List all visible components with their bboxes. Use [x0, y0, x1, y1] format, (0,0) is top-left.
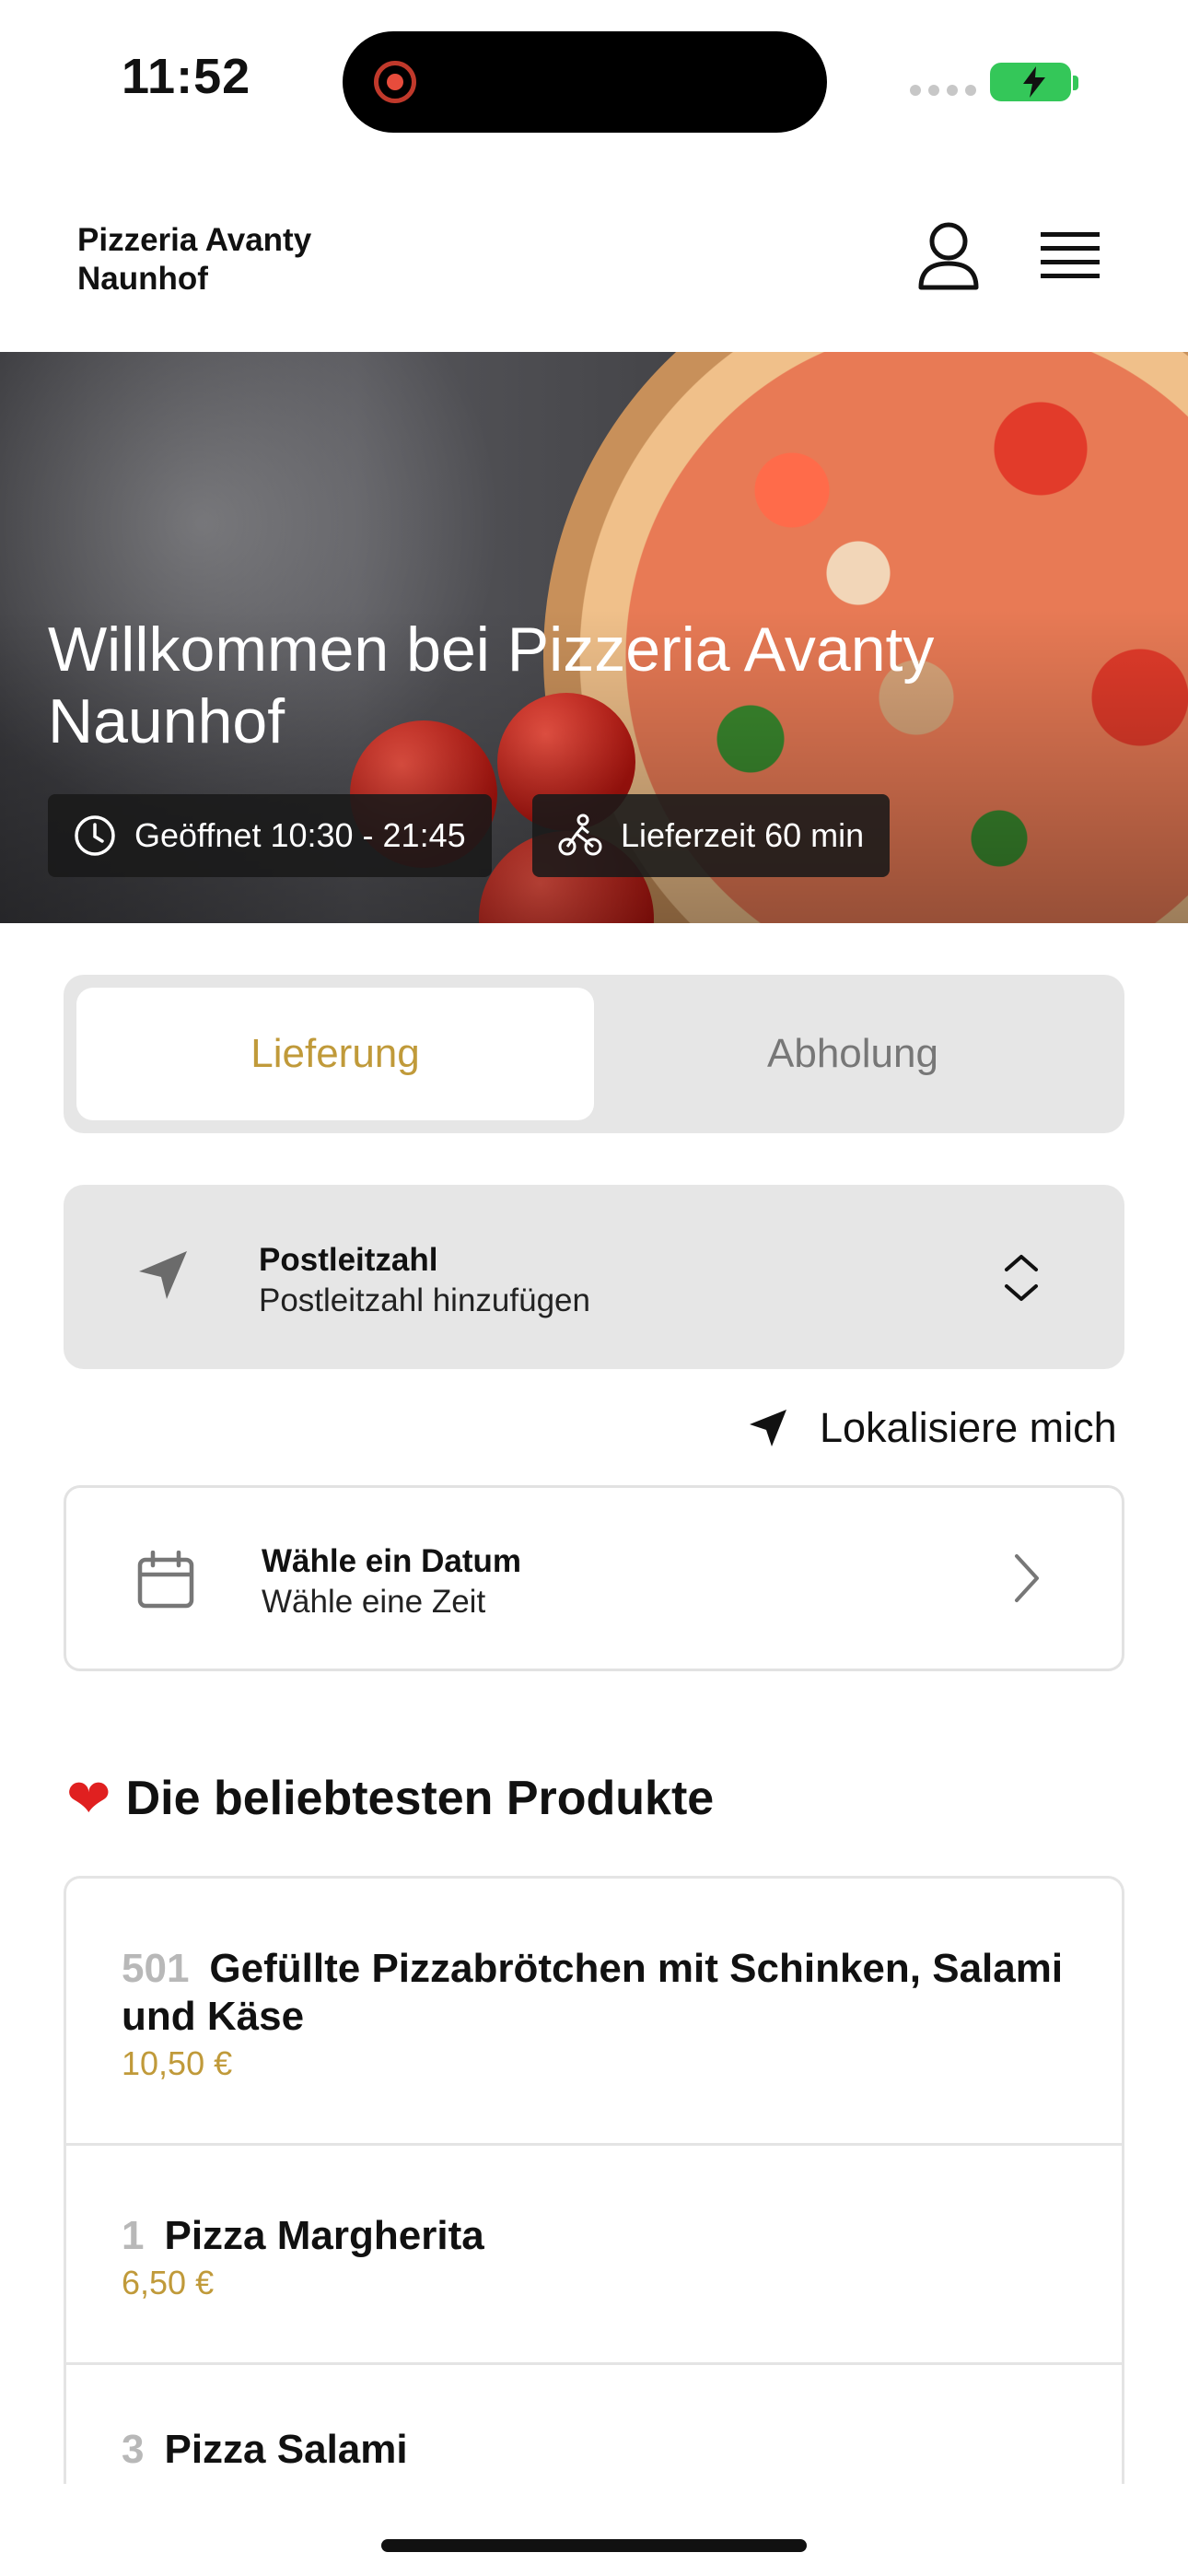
restaurant-name[interactable]: Pizzeria Avanty Naunhof	[77, 221, 446, 299]
page: 11:52 Pizzeria Avanty Naunhof Willkommen…	[0, 0, 1188, 2576]
app-header: Pizzeria Avanty Naunhof	[0, 157, 1188, 352]
product-list: 501 Gefüllte Pizzabrötchen mit Schinken, …	[64, 1876, 1124, 2484]
tab-pickup[interactable]: Abholung	[594, 988, 1112, 1120]
locate-me-label: Lokalisiere mich	[820, 1404, 1117, 1451]
brand-line-1: Pizzeria Avanty	[77, 222, 312, 258]
dynamic-island	[343, 31, 827, 133]
product-name: Pizza Salami	[164, 2427, 408, 2472]
postal-code-value: Postleitzahl hinzufügen	[259, 1282, 590, 1318]
calendar-icon	[137, 1551, 194, 1609]
user-icon[interactable]	[915, 221, 982, 291]
locate-me-button[interactable]: Lokalisiere mich	[748, 1400, 1117, 1456]
bike-icon	[558, 814, 602, 856]
date-label: Wähle ein Datum	[262, 1543, 521, 1579]
order-type-tabs: Lieferung Abholung	[64, 975, 1124, 1133]
location-arrow-icon	[750, 1410, 786, 1446]
heart-icon: ❤	[66, 1769, 111, 1829]
status-time: 11:52	[122, 49, 251, 104]
product-price: 10,50 €	[122, 2044, 233, 2082]
battery-icon	[990, 63, 1078, 101]
brand-line-2: Naunhof	[77, 261, 208, 297]
opening-hours-text: Geöffnet 10:30 - 21:45	[134, 816, 466, 854]
product-item[interactable]: 501 Gefüllte Pizzabrötchen mit Schinken, …	[66, 1879, 1122, 2146]
opening-hours-badge: Geöffnet 10:30 - 21:45	[48, 794, 492, 877]
product-number: 1	[122, 2213, 145, 2258]
time-label: Wähle eine Zeit	[262, 1584, 486, 1620]
location-arrow-icon	[139, 1251, 187, 1299]
product-price: 6,50 €	[122, 2264, 215, 2301]
signal-icon	[910, 85, 976, 96]
clock-icon	[75, 815, 115, 856]
postal-code-label: Postleitzahl	[259, 1242, 438, 1278]
postal-code-selector[interactable]: Postleitzahl Postleitzahl hinzufügen	[64, 1185, 1124, 1369]
chevron-updown-icon	[1005, 1255, 1038, 1301]
product-number: 501	[122, 1946, 190, 1991]
product-item[interactable]: 3 Pizza Salami	[66, 2365, 1122, 2484]
popular-products-title: Die beliebtesten Produkte	[125, 1772, 715, 1825]
hero-title: Willkommen bei Pizzeria Avanty Naunhof	[48, 615, 935, 756]
menu-icon[interactable]	[1041, 230, 1100, 282]
product-name: Pizza Margherita	[164, 2213, 484, 2258]
product-name: Gefüllte Pizzabrötchen mit Schinken, Sal…	[122, 1946, 1064, 2039]
popular-products-heading: ❤ Die beliebtesten Produkte	[66, 1767, 714, 1830]
home-indicator[interactable]	[381, 2539, 807, 2552]
hero-banner: Willkommen bei Pizzeria Avanty Naunhof G…	[0, 352, 1188, 923]
chevron-right-icon	[1015, 1554, 1039, 1602]
product-item[interactable]: 1 Pizza Margherita 6,50 €	[66, 2146, 1122, 2365]
delivery-time-badge: Lieferzeit 60 min	[532, 794, 891, 877]
status-bar: 11:52	[0, 0, 1188, 157]
product-number: 3	[122, 2427, 145, 2472]
delivery-time-text: Lieferzeit 60 min	[621, 816, 865, 854]
tab-delivery[interactable]: Lieferung	[76, 988, 594, 1120]
date-time-selector[interactable]: Wähle ein Datum Wähle eine Zeit	[64, 1485, 1124, 1671]
recording-icon	[374, 61, 416, 103]
